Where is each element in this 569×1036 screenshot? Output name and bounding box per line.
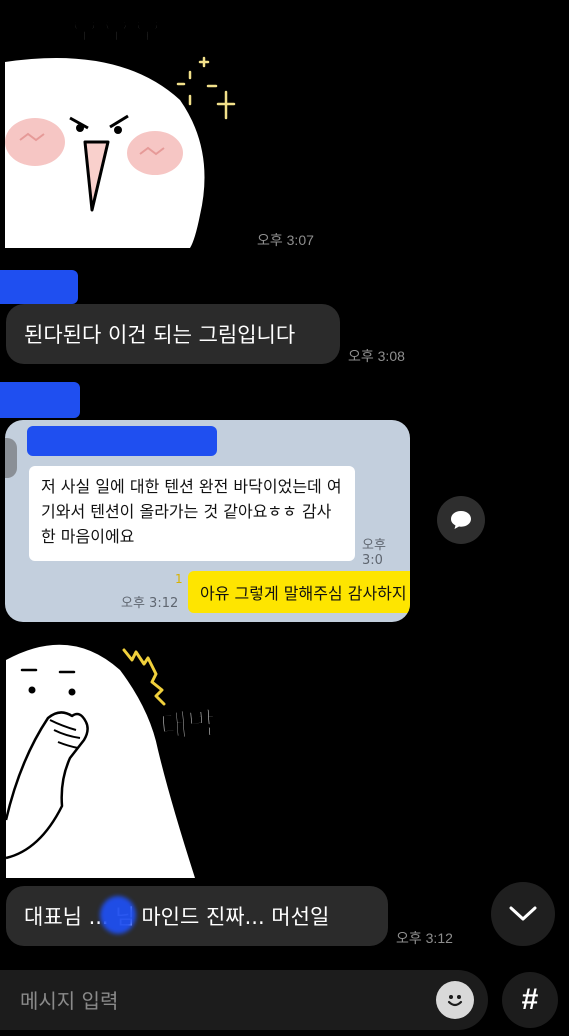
quoted-timestamp: 오후 3:0 xyxy=(362,538,386,568)
quoted-message: 저 사실 일에 대한 텐션 완전 바닥이었는데 여기와서 텐션이 올라가는 것 … xyxy=(29,466,355,561)
shared-screenshot-card[interactable]: 저 사실 일에 대한 텐션 완전 바닥이었는데 여기와서 텐션이 올라가는 것 … xyxy=(5,420,410,622)
sticker-caption: 오오오 xyxy=(69,11,165,51)
timestamp: 오후 3:07 xyxy=(257,232,314,248)
smiley-icon xyxy=(447,995,463,1007)
message-text: 된다된다 이건 되는 그림입니다 xyxy=(24,323,296,347)
timestamp: 오후 3:08 xyxy=(348,348,405,364)
sender-name-redacted xyxy=(27,426,217,456)
timestamp: 오후 3:12 xyxy=(396,930,453,946)
message-text: 대표님 ... 님 마인드 진짜... 머선일 xyxy=(24,905,330,929)
sticker-wow-blob[interactable] xyxy=(0,630,250,880)
hashtag-button[interactable]: # xyxy=(502,972,558,1028)
message-input-bar[interactable] xyxy=(0,970,488,1030)
reply-message: 아유 그렇게 말해주심 감사하지 xyxy=(188,571,410,613)
avatar xyxy=(5,438,17,478)
sender-name-redacted xyxy=(0,270,78,304)
reply-timestamp: 오후 3:12 xyxy=(121,596,179,611)
chevron-down-icon xyxy=(509,906,537,921)
message-bubble[interactable]: 된다된다 이건 되는 그림입니다 xyxy=(6,304,340,364)
share-button[interactable] xyxy=(437,496,485,544)
scroll-to-bottom-button[interactable] xyxy=(491,882,555,946)
name-redaction-blob xyxy=(100,896,136,934)
message-input[interactable] xyxy=(18,982,422,1020)
sticker-caption: 대박 xyxy=(159,706,218,746)
hash-icon: # xyxy=(521,983,539,1016)
unread-count: 1 xyxy=(175,572,183,586)
speech-bubble-icon xyxy=(451,511,471,529)
emoji-button[interactable] xyxy=(436,981,474,1019)
message-bubble[interactable]: 대표님 ... 님 마인드 진짜... 머선일 xyxy=(6,886,388,946)
sender-name-redacted xyxy=(0,382,80,418)
sticker-wow-blob-image xyxy=(4,644,195,878)
